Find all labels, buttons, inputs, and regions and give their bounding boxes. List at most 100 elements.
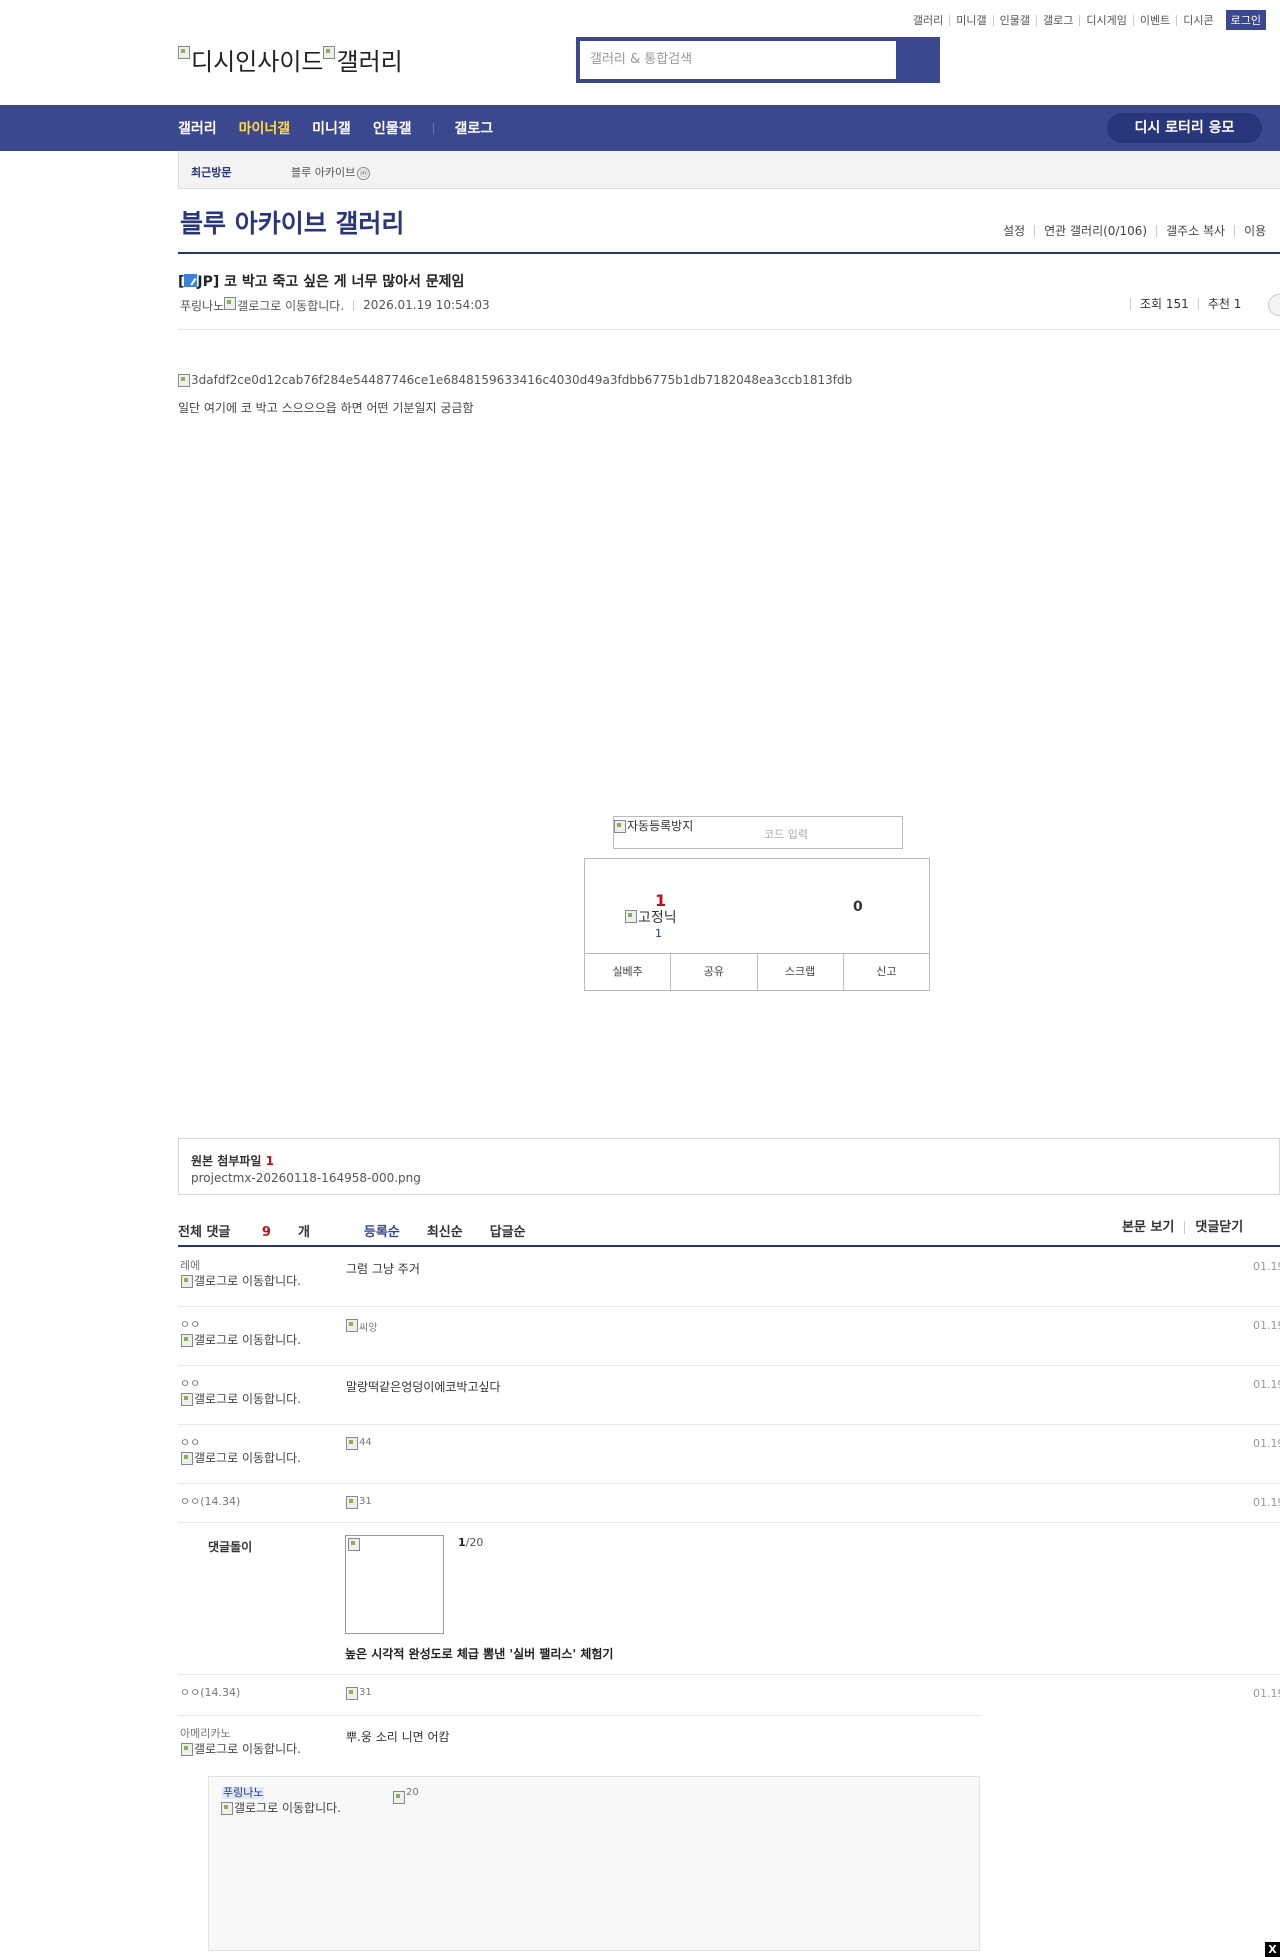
nav-item-minor[interactable]: 마이너갤	[239, 118, 291, 138]
more-options-button[interactable]	[1268, 294, 1280, 316]
post-stats: 조회 151 추천 1	[1130, 298, 1250, 310]
comment-tabs: 전체 댓글 9 개 등록순 최신순 답글순	[178, 1221, 553, 1240]
broken-image-icon	[224, 297, 237, 310]
gallery-title[interactable]: 블루 아카이브 갤러리	[180, 204, 404, 240]
gallog-link[interactable]: 갤로그로 이동합니다.	[224, 297, 344, 314]
comment-nick[interactable]: 아메리카노	[180, 1728, 231, 1740]
util-link-dccon[interactable]: 디시콘	[1176, 14, 1219, 26]
share-button[interactable]: 공유	[670, 954, 756, 990]
broken-image-icon	[348, 1538, 360, 1551]
captcha-input[interactable]: 코드 입력	[764, 826, 808, 842]
broken-image-icon	[181, 1275, 193, 1288]
gallery-settings-link[interactable]: 설정	[994, 225, 1034, 237]
post-title-text: JP] 코 박고 죽고 싶은 게 너무 많아서 문제임	[197, 274, 465, 290]
comment-nick[interactable]: ㅇㅇ	[180, 1378, 200, 1390]
usage-link[interactable]: 이용	[1234, 225, 1275, 237]
attachments-label-text: 원본 첨부파일	[191, 1154, 262, 1168]
nav-item-mini[interactable]: 미니갤	[312, 118, 351, 138]
util-link-minigall[interactable]: 미니갤	[949, 14, 992, 26]
sort-by-registration[interactable]: 등록순	[364, 1221, 400, 1240]
captcha-image: 자동등록방지	[614, 817, 693, 835]
comment-nick: ㅇㅇ(14.34)	[180, 1686, 241, 1699]
comment-date: 01.19	[1253, 1260, 1280, 1273]
gallog-alt-text: 갤로그로 이동합니다.	[237, 299, 345, 313]
downvote-count[interactable]: 0	[853, 899, 863, 915]
post-image[interactable]: 3dafdf2ce0d12cab76f284e54487746ce1e68481…	[178, 373, 852, 387]
gallog-link[interactable]: 갤로그로 이동합니다.	[181, 1334, 316, 1347]
dccon-alt: 31	[359, 1496, 372, 1507]
post-divider	[178, 329, 1280, 330]
copy-address-link[interactable]: 갤주소 복사	[1156, 225, 1234, 237]
logo-alt-text-2: 갤러리	[336, 48, 403, 76]
main-nav: 갤러리 마이너갤 미니갤 인물갤 갤로그 디시 로터리 응모	[0, 105, 1280, 151]
post-image-alt: 3dafdf2ce0d12cab76f284e54487746ce1e68481…	[191, 373, 853, 387]
sort-by-replies[interactable]: 답글순	[490, 1221, 526, 1240]
recent-visit-name: 블루 아카이브	[291, 166, 356, 179]
util-link-event[interactable]: 이벤트	[1132, 14, 1176, 26]
nav-item-gallery[interactable]: 갤러리	[178, 118, 217, 138]
recent-visits-label[interactable]: 최근방문	[191, 164, 231, 180]
gallog-link[interactable]: 갤로그로 이동합니다.	[181, 1743, 316, 1756]
gallog-link[interactable]: 갤로그로 이동합니다.	[181, 1452, 316, 1465]
comment-row: ㅇㅇ 갤로그로 이동합니다. 말랑떡같은엉덩이에코박고싶다 01.19	[178, 1366, 1280, 1425]
search-button[interactable]	[896, 37, 940, 83]
site-logo[interactable]: 디시인사이드 갤러리	[178, 42, 403, 77]
view-post-button[interactable]: 본문 보기	[1122, 1221, 1184, 1234]
nav-divider	[433, 122, 435, 134]
broken-image-icon	[181, 1334, 193, 1347]
dccon-alt: 31	[359, 1687, 372, 1698]
broken-image-icon	[181, 1452, 193, 1465]
report-button[interactable]: 신고	[842, 954, 929, 990]
reply-nick[interactable]: 푸링나노	[222, 1787, 265, 1799]
recommend-box: 1 고정닉 1 0 실베추 공유 스크랩 신고	[584, 858, 930, 991]
recent-visit-item[interactable]: 블루 아카이브 ⓜ	[291, 164, 371, 180]
comment-text: 말랑떡같은엉덩이에코박고싶다	[346, 1380, 501, 1394]
comment-nick[interactable]: ㅇㅇ	[180, 1437, 200, 1449]
utility-nav: 갤러리 미니갤 인물갤 갤로그 디시게임 이벤트 디시콘 로그인	[907, 10, 1266, 30]
related-gallery-link[interactable]: 연관 갤러리(0/106)	[1034, 225, 1156, 237]
scrap-button[interactable]: 스크랩	[756, 954, 843, 990]
minor-badge-icon: ⓜ	[357, 166, 371, 180]
attachments-label: 원본 첨부파일 1	[191, 1152, 274, 1169]
close-comments-button[interactable]: 댓글닫기	[1184, 1221, 1253, 1234]
all-comments-tab[interactable]: 전체 댓글 9 개	[178, 1221, 337, 1240]
post-author[interactable]: 푸링나노	[180, 297, 224, 314]
gallog-alt-text: 갤로그로 이동합니다.	[194, 1333, 301, 1347]
comment-nick[interactable]: 레에	[180, 1260, 200, 1272]
nav-item-person[interactable]: 인물갤	[373, 118, 412, 138]
search-input[interactable]: 갤러리 & 통합검색	[580, 41, 896, 79]
sort-by-latest[interactable]: 최신순	[427, 1221, 463, 1240]
post-info: 푸링나노 갤로그로 이동합니다. 2026.01.19 10:54:03	[180, 297, 490, 314]
util-link-gallery[interactable]: 갤러리	[907, 15, 949, 26]
dccon-alt: 20	[406, 1787, 419, 1798]
post-title: [JP] 코 박고 죽고 싶은 게 너무 많아서 문제임	[178, 271, 464, 291]
nav-item-gallog[interactable]: 갤로그	[454, 118, 493, 138]
gallog-alt-text: 갤로그로 이동합니다.	[194, 1274, 301, 1288]
ad-headline[interactable]: 높은 시각적 완성도로 체급 뽐낸 '실버 팰리스' 체험기	[345, 1645, 613, 1662]
comment-row: ㅇㅇ 갤로그로 이동합니다. 44 01.19	[178, 1425, 1280, 1484]
gallog-link[interactable]: 갤로그로 이동합니다.	[221, 1802, 351, 1815]
attachment-file-link[interactable]: projectmx-20260118-164958-000.png	[191, 1171, 421, 1185]
ad-thumbnail[interactable]	[345, 1535, 444, 1634]
util-link-game[interactable]: 디시게임	[1079, 14, 1132, 26]
best-recommend-button[interactable]: 실베추	[585, 954, 670, 990]
comment-count: 9	[261, 1225, 271, 1240]
gallog-link[interactable]: 갤로그로 이동합니다.	[181, 1393, 316, 1406]
comments-divider	[178, 1245, 1280, 1247]
broken-image-icon	[625, 910, 637, 923]
lottery-button[interactable]: 디시 로터리 응모	[1107, 113, 1262, 143]
ad-page-total: /20	[465, 1536, 484, 1549]
gallog-link[interactable]: 갤로그로 이동합니다.	[181, 1275, 316, 1288]
comment-nick[interactable]: ㅇㅇ	[180, 1319, 200, 1331]
reply-box: 푸링나노 갤로그로 이동합니다. 20	[208, 1776, 980, 1951]
broken-image-icon	[178, 374, 190, 387]
broken-image-icon	[346, 1496, 358, 1509]
dccon-alt: 44	[359, 1437, 372, 1448]
util-link-gallog[interactable]: 갤로그	[1036, 14, 1079, 26]
util-link-person[interactable]: 인물갤	[992, 14, 1036, 26]
close-icon[interactable]: X	[1265, 1942, 1280, 1957]
header-divider	[178, 252, 1280, 254]
login-button[interactable]: 로그인	[1225, 10, 1266, 30]
logo-alt-text: 디시인사이드	[191, 48, 324, 76]
comment-row: 레에 갤로그로 이동합니다. 그럼 그냥 주거 01.19	[178, 1248, 1280, 1307]
